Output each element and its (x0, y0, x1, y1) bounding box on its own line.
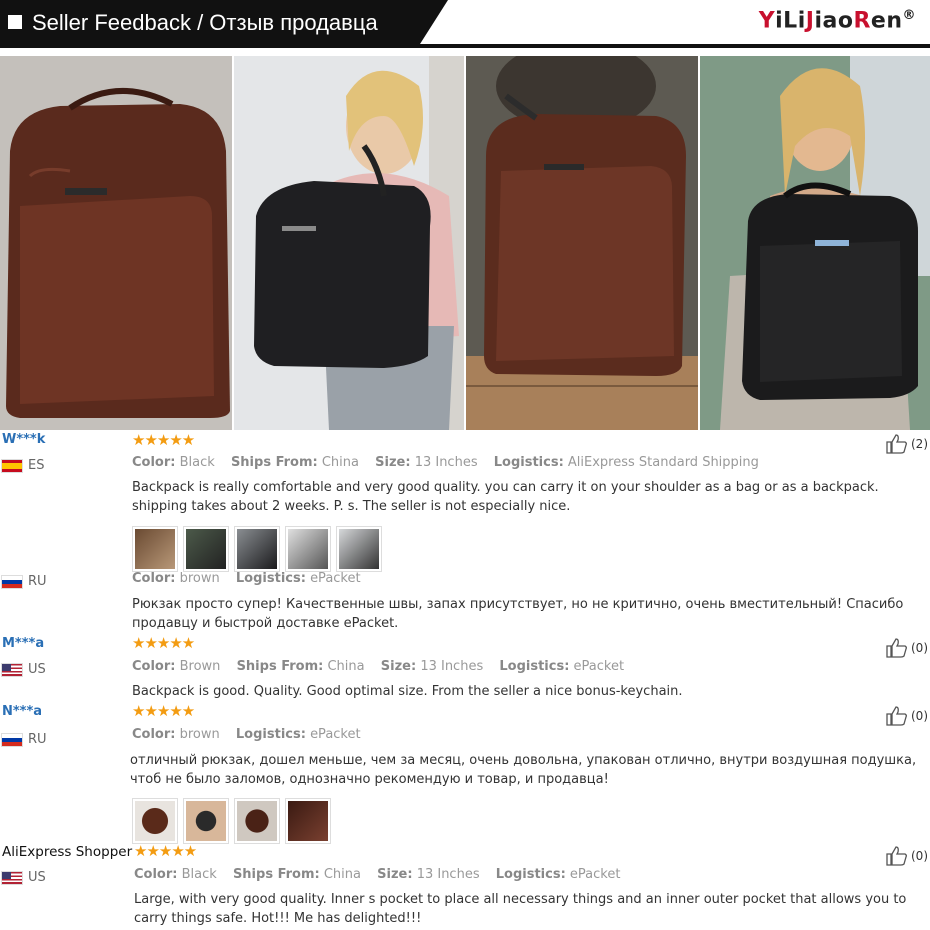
helpful-count: (0) (911, 849, 928, 863)
flag-ru-icon (2, 733, 22, 746)
header-title-bar: Seller Feedback / Отзыв продавца (0, 0, 448, 44)
rating-stars: ★★★★★ (132, 431, 195, 449)
review-thumbnail[interactable] (132, 526, 178, 572)
review-thumbnail[interactable] (336, 526, 382, 572)
helpful-button[interactable]: (0) (885, 638, 928, 658)
helpful-button[interactable]: (0) (885, 846, 928, 866)
reviewer-country: US (2, 870, 46, 885)
thumbs-up-icon (886, 638, 907, 658)
helpful-count: (0) (911, 709, 928, 723)
review-thumbnails (132, 798, 331, 844)
helpful-count: (0) (911, 641, 928, 655)
review-thumbnail[interactable] (183, 798, 229, 844)
review-text: Рюкзак просто супер! Качественные швы, з… (132, 597, 904, 631)
review-text: Large, with very good quality. Inner s p… (134, 892, 907, 926)
page-title: Seller Feedback / Отзыв продавца (32, 10, 378, 35)
review-meta: Color: Black Ships From: China Size: 13 … (132, 455, 759, 470)
square-icon (8, 15, 22, 29)
review-item: RU Color: brown Logistics: ePacket Рюкза… (0, 570, 930, 635)
reviewer-name[interactable]: M***a (2, 636, 44, 651)
review-thumbnail[interactable] (183, 526, 229, 572)
review-text: отличный рюкзак, дошел меньше, чем за ме… (130, 753, 917, 787)
review-thumbnails (132, 526, 382, 572)
reviewer-name[interactable]: N***a (2, 704, 42, 719)
review-item: N***a RU ★★★★★ Color: brown Logistics: e… (0, 702, 930, 844)
helpful-button[interactable]: (2) (885, 434, 928, 454)
reviewer-country: US (2, 662, 46, 677)
reviewer-name[interactable]: AliExpress Shopper (2, 844, 132, 860)
review-thumbnail[interactable] (234, 798, 280, 844)
review-text: Backpack is really comfortable and very … (132, 480, 879, 514)
reviewer-name[interactable]: W***k (2, 432, 45, 447)
review-thumbnail[interactable] (285, 526, 331, 572)
customer-photo-brown-backpack-worn[interactable] (466, 56, 698, 430)
customer-photo-woman-black-backpack-front[interactable] (700, 56, 930, 430)
review-thumbnail[interactable] (234, 526, 280, 572)
country-code: US (28, 662, 46, 677)
rating-stars: ★★★★★ (132, 634, 195, 652)
flag-ru-icon (2, 575, 22, 588)
review-item: AliExpress Shopper US ★★★★★ Color: Black… (0, 842, 930, 930)
review-meta: Color: Brown Ships From: China Size: 13 … (132, 659, 625, 674)
page-header: Seller Feedback / Отзыв продавца YiLiJia… (0, 0, 930, 52)
header-divider (0, 44, 930, 48)
thumbs-up-icon (886, 706, 907, 726)
review-thumbnail[interactable] (285, 798, 331, 844)
review-item: M***a US ★★★★★ Color: Brown Ships From: … (0, 634, 930, 706)
flag-es-icon (2, 459, 22, 472)
brand-logo: YiLiJiaoRen® (758, 8, 916, 34)
review-meta: Color: brown Logistics: ePacket (132, 571, 361, 586)
country-code: ES (28, 458, 45, 473)
thumbs-up-icon (886, 846, 907, 866)
rating-stars: ★★★★★ (134, 842, 197, 860)
review-meta: Color: Black Ships From: China Size: 13 … (134, 867, 621, 882)
customer-photos (0, 56, 930, 430)
helpful-count: (2) (911, 437, 928, 451)
review-meta: Color: brown Logistics: ePacket (132, 727, 361, 742)
review-thumbnail[interactable] (132, 798, 178, 844)
reviewer-country: RU (2, 732, 47, 747)
rating-stars: ★★★★★ (132, 702, 195, 720)
flag-us-icon (2, 663, 22, 676)
thumbs-up-icon (886, 434, 907, 454)
helpful-button[interactable]: (0) (885, 706, 928, 726)
review-text: Backpack is good. Quality. Good optimal … (132, 684, 683, 699)
flag-us-icon (2, 871, 22, 884)
reviewer-country: ES (2, 458, 44, 473)
reviewer-country: RU (2, 574, 47, 589)
country-code: RU (28, 732, 47, 747)
customer-photo-brown-backpack[interactable] (0, 56, 232, 430)
country-code: RU (28, 574, 47, 589)
country-code: US (28, 870, 46, 885)
review-item: W***k ES ★★★★★ Color: Black Ships From: … (0, 431, 930, 572)
customer-photo-woman-black-backpack[interactable] (234, 56, 464, 430)
